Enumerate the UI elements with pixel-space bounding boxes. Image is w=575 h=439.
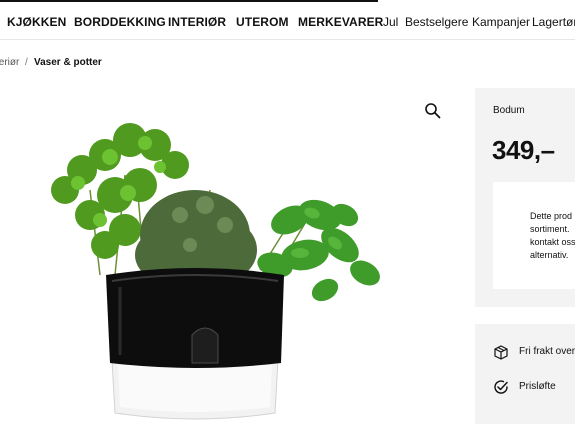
breadcrumb-link-interior[interactable]: teriør [0, 57, 19, 69]
notice-line-3: kontakt oss [530, 237, 575, 247]
usp-panel [475, 324, 575, 424]
nav-item-bestselgere[interactable]: Bestselgere [405, 15, 468, 29]
product-brand[interactable]: Bodum [493, 105, 525, 117]
nav-item-uterom[interactable]: UTEROM [236, 15, 289, 29]
nav-item-jul[interactable]: Jul [383, 15, 398, 29]
notice-line-4: alternativ. [530, 250, 569, 260]
nav-item-borddekking[interactable]: BORDDEKKING [74, 15, 166, 29]
zoom-icon[interactable] [424, 102, 441, 119]
usp-price-promise[interactable]: Prisløfte [519, 381, 556, 393]
usp-free-shipping[interactable]: Fri frakt over [519, 346, 575, 358]
notice-line-2: sortiment. [530, 224, 570, 234]
nav-item-lagertom[interactable]: Lagertøm [532, 15, 575, 29]
breadcrumb-separator: / [25, 57, 28, 68]
nav-item-kampanjer[interactable]: Kampanjer [472, 15, 530, 29]
product-image[interactable] [20, 95, 390, 435]
main-navigation: KJØKKEN BORDDEKKING INTERIØR UTEROM MERK… [0, 0, 575, 40]
notice-line-1: Dette prod [530, 211, 573, 221]
breadcrumb-current: Vaser & potter [34, 57, 102, 68]
nav-item-interior[interactable]: INTERIØR [168, 15, 226, 29]
nav-item-merkevarer[interactable]: MERKEVARER [298, 15, 383, 29]
availability-notice [493, 182, 575, 289]
check-circle-icon [494, 380, 508, 394]
product-price: 349,– [492, 135, 555, 165]
box-icon [494, 345, 508, 360]
nav-item-kjokken[interactable]: KJØKKEN [7, 15, 66, 29]
